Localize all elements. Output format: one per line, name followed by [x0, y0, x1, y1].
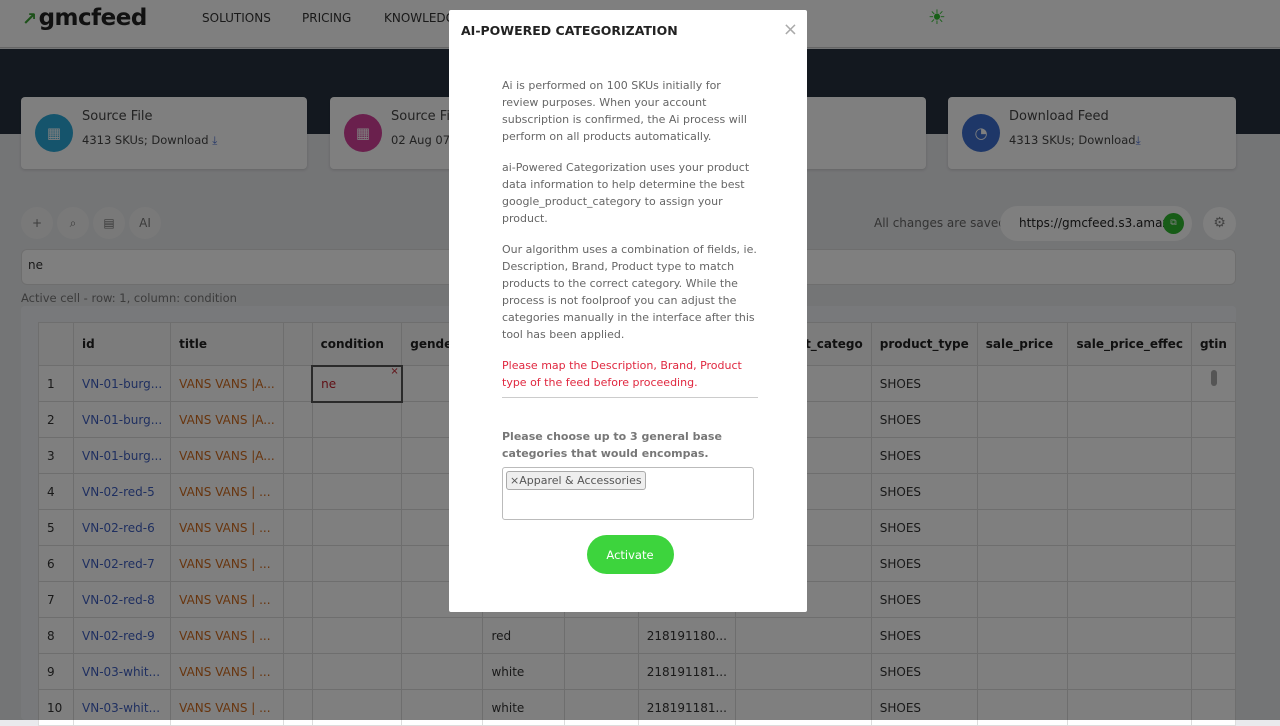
modal-title: AI-POWERED CATEGORIZATION — [461, 23, 678, 38]
description-text: ai-Powered Categorization uses your prod… — [502, 161, 750, 225]
intro-text: Ai is performed on 100 SKUs initially fo… — [502, 79, 747, 143]
category-question: Please choose up to 3 general base categ… — [502, 430, 722, 460]
ai-categorization-modal: AI-POWERED CATEGORIZATION × Ai is perfor… — [449, 10, 807, 612]
activate-button[interactable]: Activate — [586, 535, 674, 574]
remove-icon[interactable]: × — [510, 474, 519, 487]
close-icon[interactable]: × — [783, 19, 798, 40]
category-chip[interactable]: ×Apparel & Accessories — [506, 471, 646, 490]
divider — [502, 397, 758, 398]
warning-text: Please map the Description, Brand, Produ… — [502, 359, 742, 389]
algorithm-text: Our algorithm uses a combination of fiel… — [502, 243, 757, 341]
category-multiselect[interactable]: ×Apparel & Accessories — [502, 467, 754, 520]
